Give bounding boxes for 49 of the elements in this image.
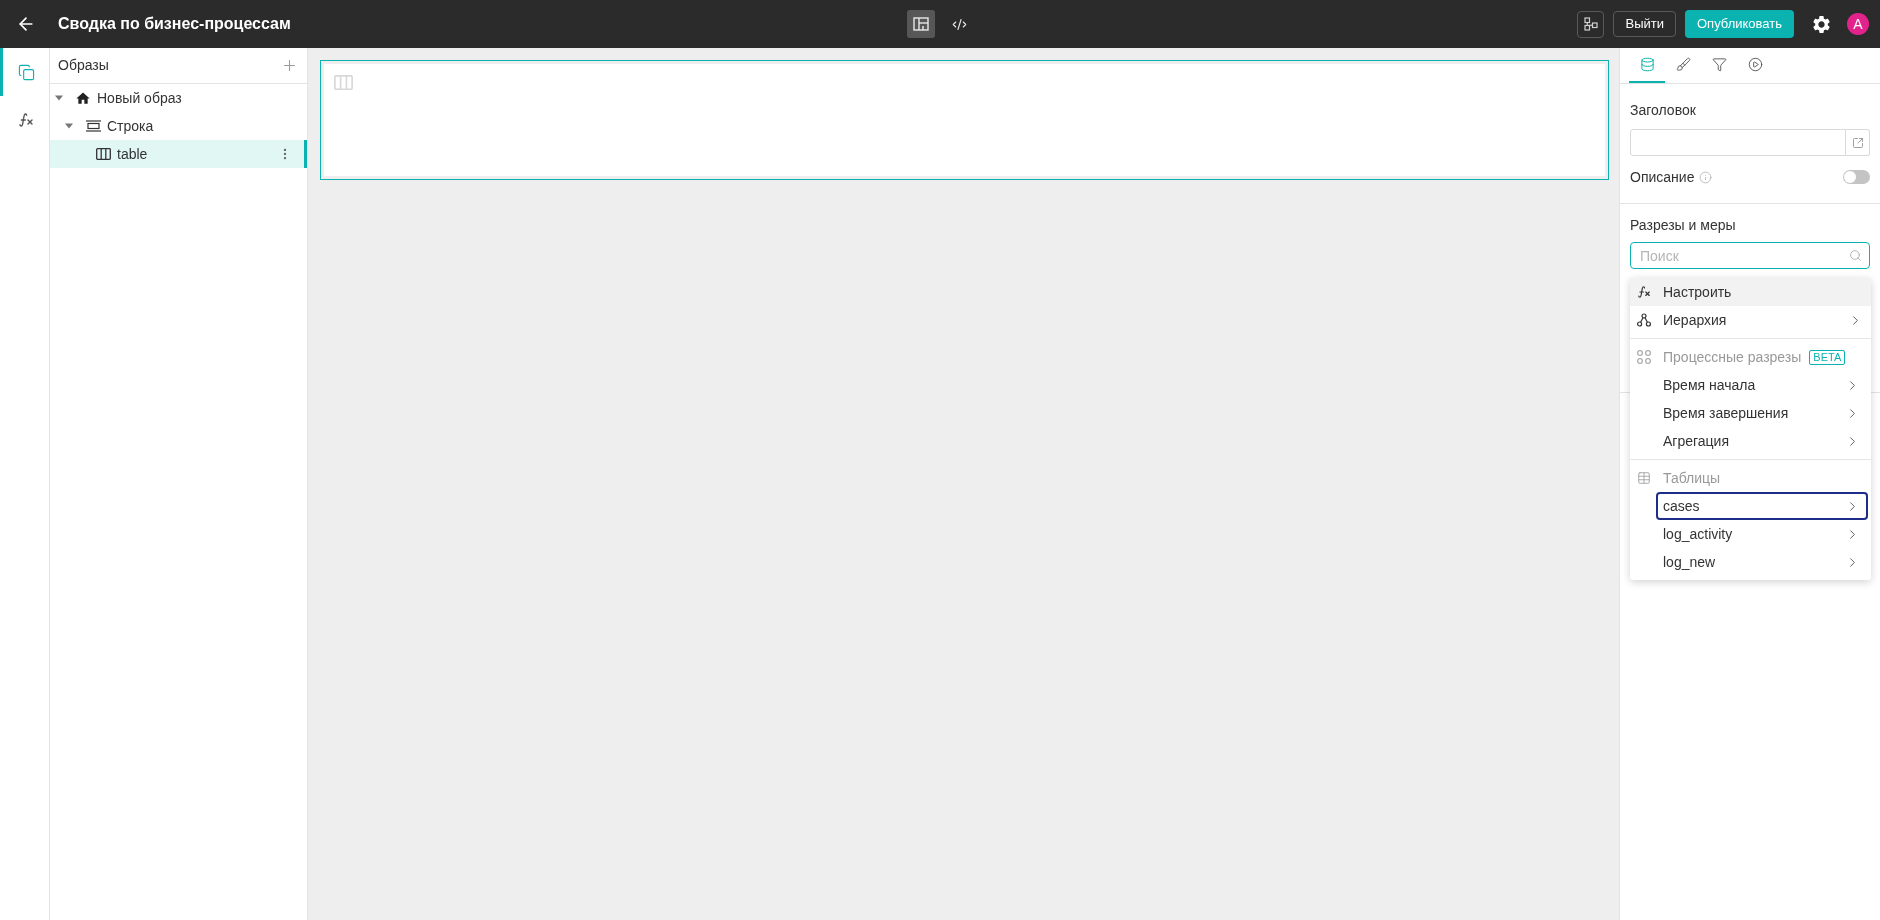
exit-button[interactable]: Выйти [1613, 11, 1676, 37]
panel-title: Образы [58, 56, 109, 75]
field-label: Заголовок [1630, 101, 1697, 119]
search-field[interactable]: Поиск [1630, 242, 1870, 269]
brush-icon [1675, 57, 1691, 72]
columns-icon [334, 75, 353, 91]
caret-icon[interactable] [65, 122, 73, 130]
search-icon [1849, 249, 1862, 262]
menu-item[interactable]: Время начала [1656, 371, 1868, 399]
pages-icon [17, 63, 35, 81]
code-icon [951, 16, 967, 32]
group-heading: Таблицы [1663, 468, 1721, 488]
menu-item[interactable]: Время завершения [1656, 399, 1868, 427]
tree-item[interactable]: Строка [50, 112, 307, 140]
menu-item[interactable]: Агрегация [1656, 427, 1868, 455]
user-avatar[interactable]: A [1847, 13, 1869, 35]
section-label: Разрезы и меры [1630, 216, 1737, 234]
row-icon [85, 120, 101, 132]
function-icon [18, 112, 34, 128]
columns-icon [95, 148, 111, 160]
structure-button[interactable] [1577, 10, 1605, 38]
structure-icon [1584, 17, 1598, 31]
beta-badge: BETA [1809, 349, 1846, 365]
play-icon [1747, 57, 1763, 72]
menu-item[interactable]: log_activity [1656, 520, 1868, 548]
table-icon [1637, 471, 1651, 485]
caret-icon[interactable] [55, 94, 63, 102]
external-link-icon [1851, 136, 1864, 149]
info-icon[interactable] [1699, 170, 1713, 184]
open-editor-button[interactable] [1846, 129, 1870, 156]
add-icon[interactable] [281, 57, 298, 74]
database-icon [1639, 57, 1655, 72]
hierarchy-icon [1637, 313, 1651, 327]
description-toggle[interactable] [1843, 170, 1870, 184]
menu-item[interactable]: log_new [1656, 548, 1868, 576]
tree-item[interactable]: table [50, 140, 307, 168]
layout-view-button[interactable] [907, 10, 935, 38]
field-label: Описание [1630, 167, 1695, 187]
menu-item[interactable]: Иерархия [1630, 306, 1871, 334]
menu-item[interactable]: cases [1656, 492, 1868, 520]
title-field[interactable] [1630, 129, 1846, 156]
filter-icon [1711, 57, 1727, 72]
menu-item[interactable]: Настроить [1630, 278, 1871, 306]
layout-icon [913, 17, 929, 31]
tree-item[interactable]: Новый образ [50, 84, 307, 112]
page-title: Сводка по бизнес-процессам [58, 14, 291, 34]
function-icon [1637, 285, 1651, 299]
group-heading: Процессные разрезы [1663, 347, 1802, 367]
nodes-icon [1637, 350, 1651, 364]
